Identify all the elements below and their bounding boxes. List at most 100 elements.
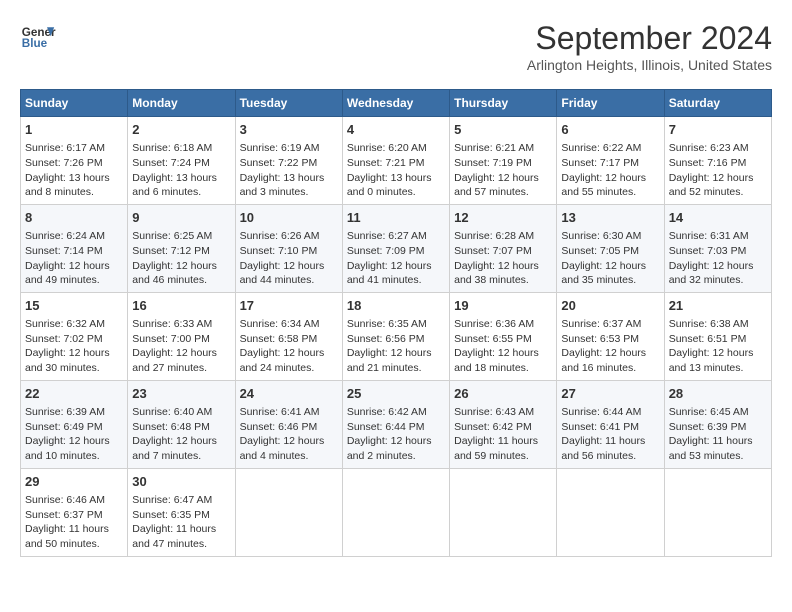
sunset-text: Sunset: 7:12 PM: [132, 245, 210, 257]
sunrise-text: Sunrise: 6:28 AM: [454, 230, 534, 242]
col-friday: Friday: [557, 90, 664, 117]
day-number: 18: [347, 297, 445, 315]
sunset-text: Sunset: 7:24 PM: [132, 157, 210, 169]
calendar-cell: 7 Sunrise: 6:23 AM Sunset: 7:16 PM Dayli…: [664, 117, 771, 205]
day-number: 15: [25, 297, 123, 315]
week-row-3: 15 Sunrise: 6:32 AM Sunset: 7:02 PM Dayl…: [21, 292, 772, 380]
calendar-cell: 1 Sunrise: 6:17 AM Sunset: 7:26 PM Dayli…: [21, 117, 128, 205]
sunset-text: Sunset: 6:55 PM: [454, 333, 532, 345]
sunset-text: Sunset: 6:56 PM: [347, 333, 425, 345]
sunset-text: Sunset: 6:51 PM: [669, 333, 747, 345]
calendar-cell: 15 Sunrise: 6:32 AM Sunset: 7:02 PM Dayl…: [21, 292, 128, 380]
sunrise-text: Sunrise: 6:31 AM: [669, 230, 749, 242]
calendar-cell: 19 Sunrise: 6:36 AM Sunset: 6:55 PM Dayl…: [450, 292, 557, 380]
week-row-1: 1 Sunrise: 6:17 AM Sunset: 7:26 PM Dayli…: [21, 117, 772, 205]
col-wednesday: Wednesday: [342, 90, 449, 117]
sunrise-text: Sunrise: 6:45 AM: [669, 406, 749, 418]
day-number: 3: [240, 121, 338, 139]
sunset-text: Sunset: 6:53 PM: [561, 333, 639, 345]
calendar-cell: 10 Sunrise: 6:26 AM Sunset: 7:10 PM Dayl…: [235, 204, 342, 292]
sunset-text: Sunset: 7:19 PM: [454, 157, 532, 169]
sunrise-text: Sunrise: 6:21 AM: [454, 142, 534, 154]
daylight-text: Daylight: 12 hours and 38 minutes.: [454, 260, 539, 287]
sunrise-text: Sunrise: 6:43 AM: [454, 406, 534, 418]
daylight-text: Daylight: 11 hours and 50 minutes.: [25, 523, 109, 550]
sunset-text: Sunset: 6:39 PM: [669, 421, 747, 433]
calendar-cell: 26 Sunrise: 6:43 AM Sunset: 6:42 PM Dayl…: [450, 380, 557, 468]
calendar-cell: 6 Sunrise: 6:22 AM Sunset: 7:17 PM Dayli…: [557, 117, 664, 205]
calendar-cell: [450, 468, 557, 556]
daylight-text: Daylight: 12 hours and 21 minutes.: [347, 347, 432, 374]
sunrise-text: Sunrise: 6:46 AM: [25, 494, 105, 506]
calendar-cell: 27 Sunrise: 6:44 AM Sunset: 6:41 PM Dayl…: [557, 380, 664, 468]
sunset-text: Sunset: 7:03 PM: [669, 245, 747, 257]
calendar-cell: [664, 468, 771, 556]
week-row-5: 29 Sunrise: 6:46 AM Sunset: 6:37 PM Dayl…: [21, 468, 772, 556]
sunset-text: Sunset: 6:42 PM: [454, 421, 532, 433]
calendar-cell: 29 Sunrise: 6:46 AM Sunset: 6:37 PM Dayl…: [21, 468, 128, 556]
sunrise-text: Sunrise: 6:25 AM: [132, 230, 212, 242]
sunrise-text: Sunrise: 6:47 AM: [132, 494, 212, 506]
daylight-text: Daylight: 12 hours and 13 minutes.: [669, 347, 754, 374]
calendar-cell: 5 Sunrise: 6:21 AM Sunset: 7:19 PM Dayli…: [450, 117, 557, 205]
day-number: 28: [669, 385, 767, 403]
calendar-cell: 12 Sunrise: 6:28 AM Sunset: 7:07 PM Dayl…: [450, 204, 557, 292]
calendar-cell: 25 Sunrise: 6:42 AM Sunset: 6:44 PM Dayl…: [342, 380, 449, 468]
subtitle: Arlington Heights, Illinois, United Stat…: [527, 57, 772, 73]
daylight-text: Daylight: 12 hours and 49 minutes.: [25, 260, 110, 287]
calendar-cell: 28 Sunrise: 6:45 AM Sunset: 6:39 PM Dayl…: [664, 380, 771, 468]
sunrise-text: Sunrise: 6:18 AM: [132, 142, 212, 154]
sunset-text: Sunset: 6:46 PM: [240, 421, 318, 433]
sunrise-text: Sunrise: 6:44 AM: [561, 406, 641, 418]
day-number: 22: [25, 385, 123, 403]
day-number: 26: [454, 385, 552, 403]
sunrise-text: Sunrise: 6:24 AM: [25, 230, 105, 242]
calendar-cell: 4 Sunrise: 6:20 AM Sunset: 7:21 PM Dayli…: [342, 117, 449, 205]
sunset-text: Sunset: 6:48 PM: [132, 421, 210, 433]
logo-icon: General Blue: [20, 20, 56, 56]
sunset-text: Sunset: 7:26 PM: [25, 157, 103, 169]
sunset-text: Sunset: 7:16 PM: [669, 157, 747, 169]
day-number: 7: [669, 121, 767, 139]
daylight-text: Daylight: 11 hours and 47 minutes.: [132, 523, 216, 550]
day-number: 19: [454, 297, 552, 315]
page-header: General Blue September 2024 Arlington He…: [20, 20, 772, 73]
calendar-cell: 11 Sunrise: 6:27 AM Sunset: 7:09 PM Dayl…: [342, 204, 449, 292]
daylight-text: Daylight: 12 hours and 52 minutes.: [669, 172, 754, 199]
day-number: 25: [347, 385, 445, 403]
daylight-text: Daylight: 12 hours and 18 minutes.: [454, 347, 539, 374]
calendar-cell: 20 Sunrise: 6:37 AM Sunset: 6:53 PM Dayl…: [557, 292, 664, 380]
logo: General Blue: [20, 20, 56, 56]
sunrise-text: Sunrise: 6:37 AM: [561, 318, 641, 330]
sunset-text: Sunset: 6:35 PM: [132, 509, 210, 521]
day-number: 20: [561, 297, 659, 315]
sunrise-text: Sunrise: 6:34 AM: [240, 318, 320, 330]
day-number: 17: [240, 297, 338, 315]
col-thursday: Thursday: [450, 90, 557, 117]
day-number: 11: [347, 209, 445, 227]
daylight-text: Daylight: 12 hours and 30 minutes.: [25, 347, 110, 374]
sunset-text: Sunset: 6:58 PM: [240, 333, 318, 345]
sunset-text: Sunset: 7:07 PM: [454, 245, 532, 257]
calendar-cell: 23 Sunrise: 6:40 AM Sunset: 6:48 PM Dayl…: [128, 380, 235, 468]
sunset-text: Sunset: 6:49 PM: [25, 421, 103, 433]
day-number: 27: [561, 385, 659, 403]
sunset-text: Sunset: 7:17 PM: [561, 157, 639, 169]
daylight-text: Daylight: 12 hours and 55 minutes.: [561, 172, 646, 199]
calendar-cell: 3 Sunrise: 6:19 AM Sunset: 7:22 PM Dayli…: [235, 117, 342, 205]
day-number: 14: [669, 209, 767, 227]
daylight-text: Daylight: 12 hours and 16 minutes.: [561, 347, 646, 374]
svg-text:Blue: Blue: [22, 37, 48, 50]
daylight-text: Daylight: 12 hours and 27 minutes.: [132, 347, 217, 374]
sunrise-text: Sunrise: 6:20 AM: [347, 142, 427, 154]
daylight-text: Daylight: 11 hours and 59 minutes.: [454, 435, 538, 462]
sunset-text: Sunset: 6:44 PM: [347, 421, 425, 433]
day-number: 23: [132, 385, 230, 403]
day-number: 30: [132, 473, 230, 491]
day-number: 4: [347, 121, 445, 139]
day-number: 2: [132, 121, 230, 139]
sunrise-text: Sunrise: 6:33 AM: [132, 318, 212, 330]
day-number: 9: [132, 209, 230, 227]
sunrise-text: Sunrise: 6:36 AM: [454, 318, 534, 330]
calendar-cell: 2 Sunrise: 6:18 AM Sunset: 7:24 PM Dayli…: [128, 117, 235, 205]
